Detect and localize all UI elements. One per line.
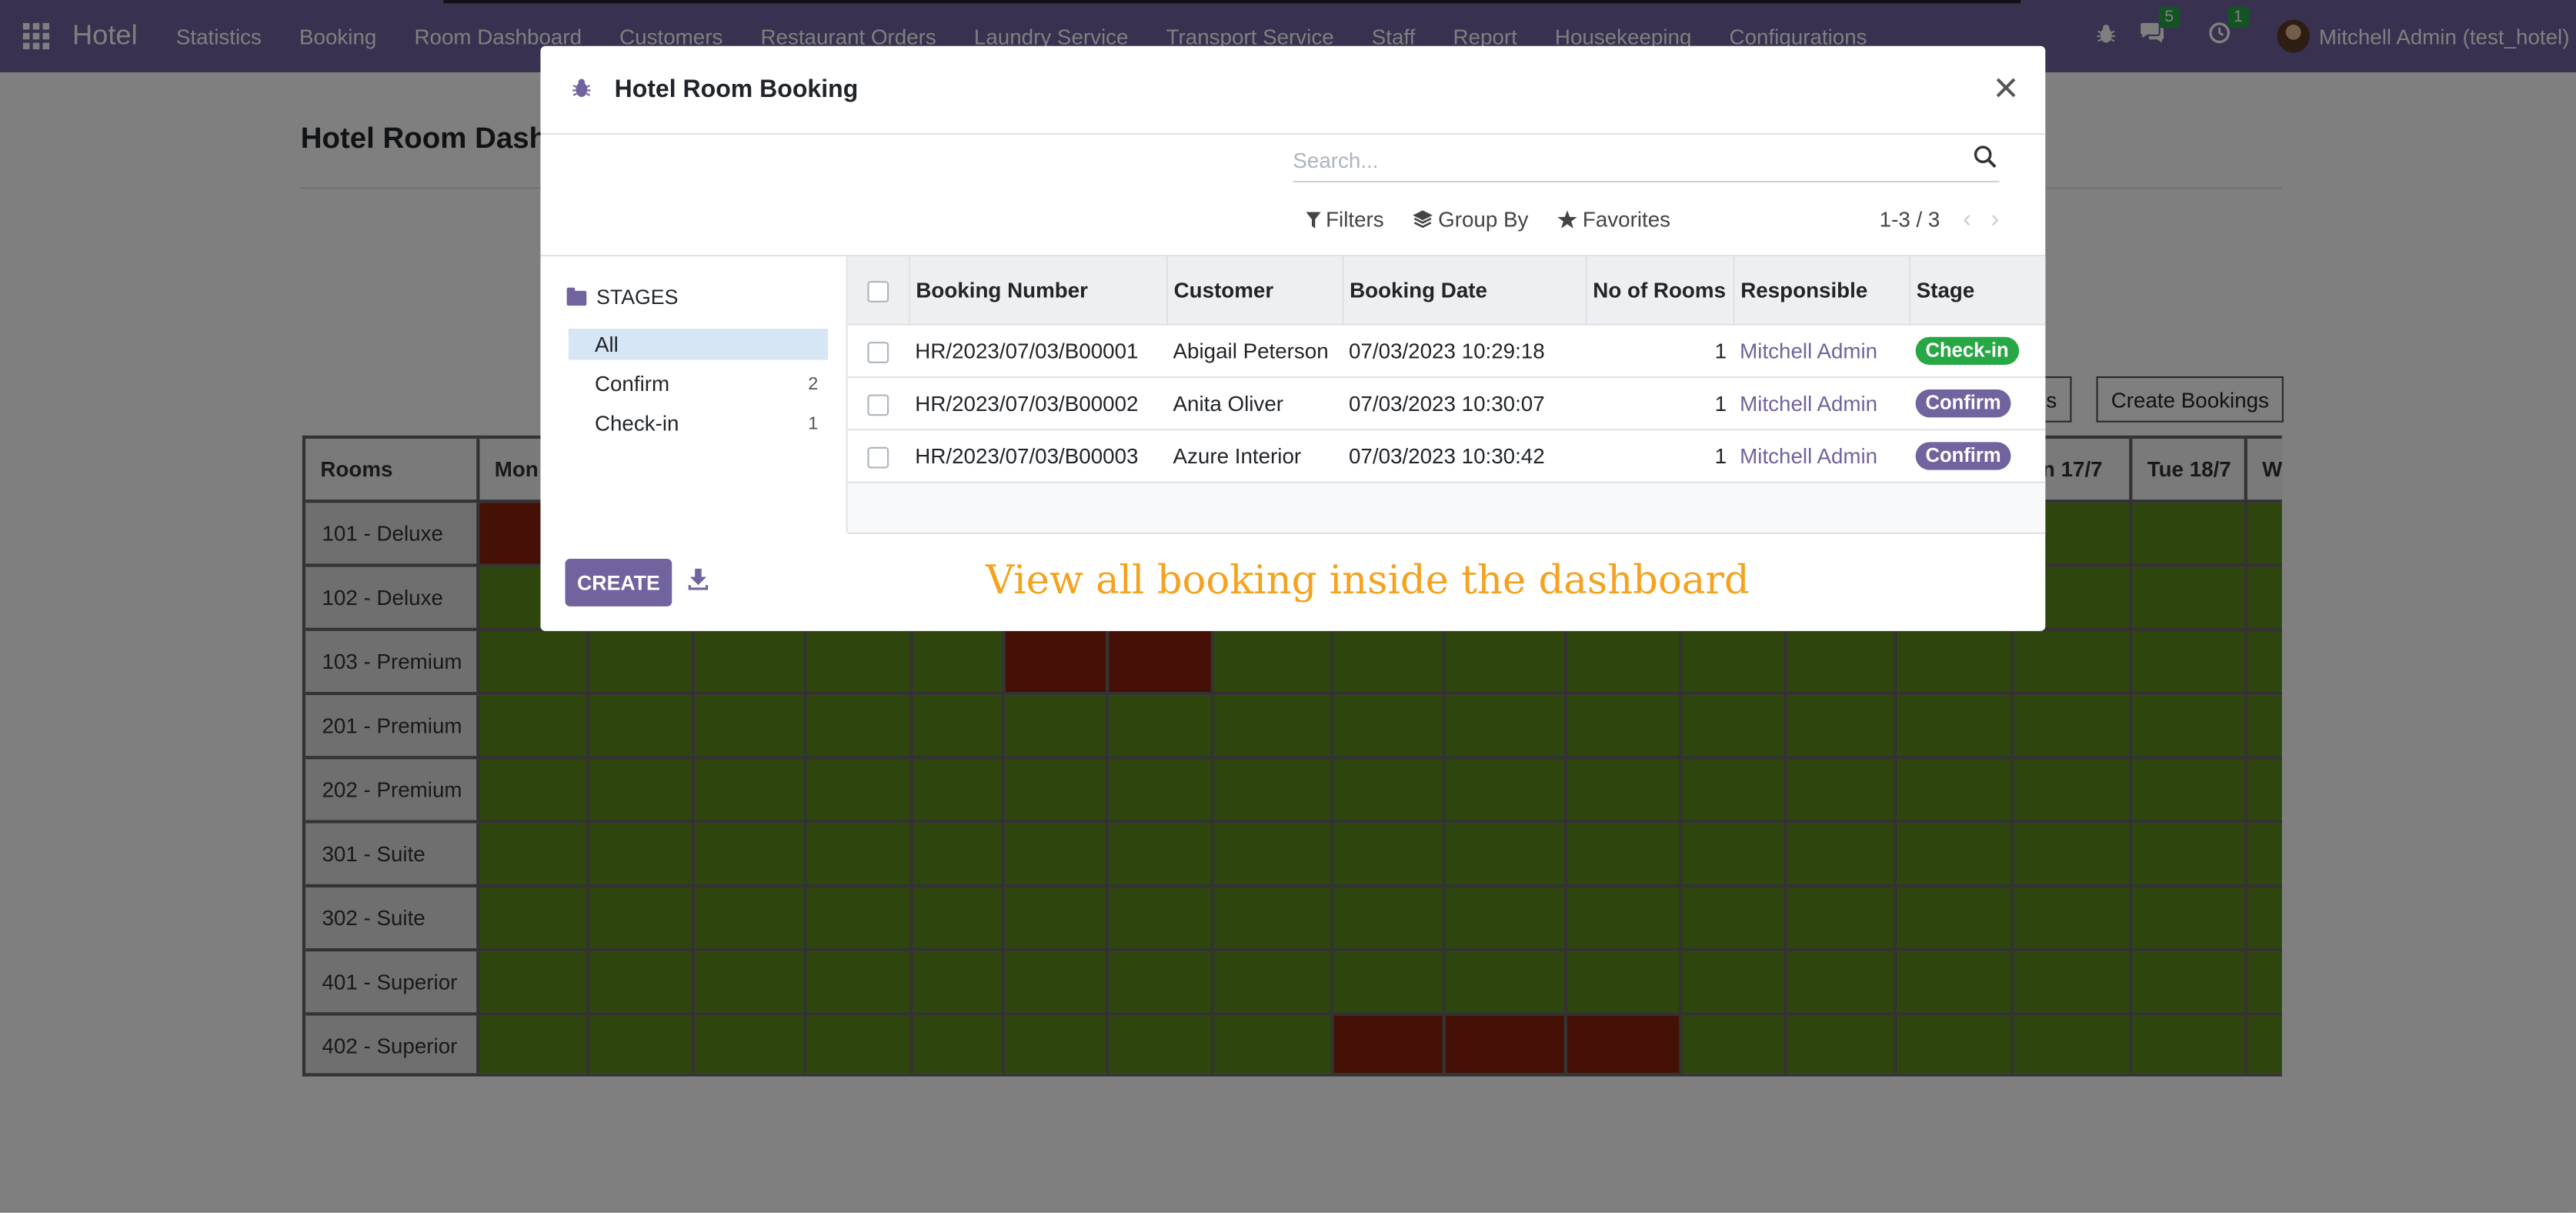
booking-number: HR/2023/07/03/B00002 <box>908 376 1166 430</box>
customer: Anita Oliver <box>1166 376 1343 430</box>
modal-title: Hotel Room Booking <box>614 75 859 104</box>
filters-label: Filters <box>1326 207 1384 232</box>
stage-label: Confirm <box>594 371 670 396</box>
stage-count: 2 <box>808 373 819 394</box>
select-all-header <box>847 256 909 325</box>
search-options: Filters Group By Favorites <box>1306 207 1670 232</box>
stage-label: All <box>594 332 619 357</box>
search-bar <box>1293 139 2000 183</box>
no-of-rooms: 1 <box>1585 323 1733 378</box>
folder-icon <box>566 286 587 306</box>
stages-title: STAGES <box>596 286 679 309</box>
debug-bug-icon[interactable] <box>572 76 595 102</box>
row-select-cell <box>847 429 909 483</box>
column-header-no-of-rooms[interactable]: No of Rooms <box>1585 256 1734 325</box>
filters-button[interactable]: Filters <box>1306 207 1384 232</box>
row-select-cell <box>847 323 909 378</box>
customer: Abigail Peterson <box>1166 323 1343 378</box>
create-button[interactable]: CREATE <box>565 558 672 606</box>
table-row[interactable]: HR/2023/07/03/B00003 Azure Interior 07/0… <box>847 429 2046 483</box>
row-checkbox[interactable] <box>867 393 889 416</box>
pager-previous-icon[interactable]: ‹ <box>1963 206 1971 233</box>
customer: Azure Interior <box>1166 429 1343 483</box>
stage-cell: Confirm <box>1909 376 2046 430</box>
table-row[interactable]: HR/2023/07/03/B00001 Abigail Peterson 07… <box>847 323 2046 378</box>
bookings-list: Booking Number Customer Booking Date No … <box>847 256 2046 533</box>
favorites-label: Favorites <box>1582 207 1671 232</box>
stage-count: 1 <box>808 413 819 433</box>
pager-next-icon[interactable]: › <box>1991 206 2000 233</box>
column-header-booking-date[interactable]: Booking Date <box>1342 256 1587 325</box>
stage-cell: Confirm <box>1909 429 2046 483</box>
table-row[interactable]: HR/2023/07/03/B00002 Anita Oliver 07/03/… <box>847 376 2046 430</box>
search-input[interactable] <box>1293 148 1950 173</box>
stage-badge: Confirm <box>1915 441 2011 469</box>
no-of-rooms: 1 <box>1585 429 1733 483</box>
modal-header: Hotel Room Booking × <box>540 46 2046 135</box>
group-by-label: Group By <box>1438 207 1529 232</box>
responsible: Mitchell Admin <box>1733 429 1910 483</box>
responsible: Mitchell Admin <box>1733 376 1910 430</box>
column-header-responsible[interactable]: Responsible <box>1733 256 1910 325</box>
close-icon[interactable]: × <box>1988 65 2024 109</box>
no-of-rooms: 1 <box>1585 376 1733 430</box>
responsible: Mitchell Admin <box>1733 323 1910 378</box>
booking-date: 07/03/2023 10:29:18 <box>1342 323 1586 378</box>
booking-date: 07/03/2023 10:30:42 <box>1342 429 1586 483</box>
column-header-booking-number[interactable]: Booking Number <box>908 256 1168 325</box>
row-checkbox[interactable] <box>867 446 889 468</box>
booking-date: 07/03/2023 10:30:07 <box>1342 376 1586 430</box>
download-icon[interactable] <box>688 568 709 592</box>
booking-number: HR/2023/07/03/B00001 <box>908 323 1166 378</box>
stage-item-check-in[interactable]: Check-in 1 <box>569 408 828 439</box>
star-icon <box>1557 210 1578 229</box>
table-header-row: Booking Number Customer Booking Date No … <box>847 256 2046 325</box>
row-checkbox[interactable] <box>867 341 889 363</box>
filter-icon <box>1306 211 1321 228</box>
booking-modal: Hotel Room Booking × Filters Group By Fa… <box>540 45 2046 631</box>
stage-badge: Check-in <box>1915 336 2019 364</box>
stage-item-all[interactable]: All <box>568 329 829 360</box>
search-icon[interactable] <box>1973 145 1999 171</box>
column-header-customer[interactable]: Customer <box>1166 256 1343 325</box>
divider <box>847 532 2046 534</box>
stages-header: STAGES <box>566 286 679 309</box>
stage-label: Check-in <box>594 410 679 436</box>
group-by-button[interactable]: Group By <box>1413 207 1528 232</box>
stage-item-confirm[interactable]: Confirm 2 <box>569 368 828 399</box>
stage-badge: Confirm <box>1915 388 2011 417</box>
stage-cell: Check-in <box>1909 323 2046 378</box>
row-select-cell <box>847 376 909 430</box>
favorites-button[interactable]: Favorites <box>1557 207 1671 232</box>
stages-panel: STAGES All Confirm 2 Check-in 1 <box>540 256 848 533</box>
annotation-caption: View all booking inside the dashboard <box>986 556 1750 603</box>
column-header-stage[interactable]: Stage <box>1909 256 2046 325</box>
bookings-table: Booking Number Customer Booking Date No … <box>847 256 2046 483</box>
booking-number: HR/2023/07/03/B00003 <box>908 429 1166 483</box>
layers-icon <box>1413 210 1433 229</box>
select-all-checkbox[interactable] <box>866 280 889 302</box>
pager: 1-3 / 3 ‹ › <box>1880 206 2000 233</box>
pager-value[interactable]: 1-3 / 3 <box>1880 207 1940 232</box>
